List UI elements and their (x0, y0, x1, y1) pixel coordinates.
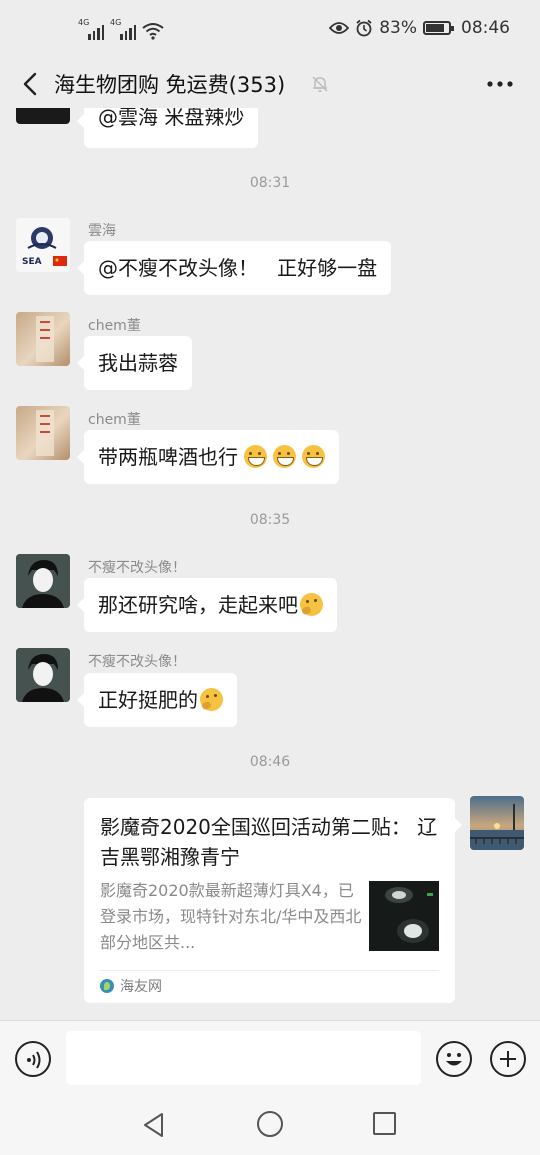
battery-percent: 83% (379, 18, 417, 38)
plus-button[interactable] (490, 1041, 526, 1077)
chevron-left-icon (23, 72, 37, 96)
status-bar: 4G 4G 83% 08:46 (0, 0, 540, 60)
message-text: 带两瓶啤酒也行 (98, 445, 238, 469)
message-text: 那还研究啥，走起来吧 (98, 593, 298, 617)
emoji-icon (446, 1053, 462, 1066)
sender-name: 不瘦不改头像！ (88, 560, 186, 576)
input-bar (0, 1020, 540, 1098)
avatar-image (16, 648, 70, 702)
circle-home-icon[interactable] (257, 1111, 283, 1137)
avatar[interactable] (16, 554, 70, 608)
source-logo-icon (100, 979, 114, 993)
signal-indicators: 4G 4G (78, 18, 164, 40)
avatar-image (36, 316, 54, 362)
signal-icon: 4G (78, 18, 104, 40)
system-nav-bar (0, 1098, 540, 1155)
avatar[interactable] (16, 312, 70, 366)
message-bubble[interactable]: @雲海 米盘辣炒 (76, 108, 259, 148)
avatar[interactable] (16, 648, 70, 702)
grin-emoji-icon (244, 445, 267, 468)
wifi-icon (142, 23, 164, 40)
back-button[interactable] (14, 68, 46, 100)
triangle-back-icon[interactable] (142, 1112, 166, 1138)
avatar[interactable] (16, 108, 70, 124)
voice-button[interactable] (15, 1041, 51, 1077)
more-dots-icon (487, 81, 513, 87)
alarm-icon (356, 19, 372, 37)
thinking-emoji-icon (200, 688, 223, 711)
my-avatar[interactable] (470, 796, 524, 850)
avatar-image (16, 554, 70, 608)
message-text: 我出蒜蓉 (98, 351, 178, 375)
svg-text:SEA: SEA (22, 257, 42, 267)
sender-name: 雲海 (88, 223, 116, 239)
more-button[interactable] (484, 68, 516, 100)
eye-icon (329, 22, 350, 34)
divider (100, 970, 439, 971)
avatar-image (36, 410, 54, 456)
status-right: 83% 08:46 (329, 18, 510, 38)
bell-muted-icon (312, 76, 328, 92)
square-recent-icon[interactable] (373, 1112, 396, 1135)
sender-name: chem董 (88, 412, 141, 428)
chat-messages[interactable]: @雲海 米盘辣炒 08:31 SEA 雲海 @不瘦不改头像！ 正好够一盘 che… (0, 108, 540, 1020)
sender-name: chem董 (88, 318, 141, 334)
avatar[interactable] (16, 406, 70, 460)
battery-icon (423, 21, 454, 35)
message-input[interactable] (66, 1031, 421, 1085)
message-text: @不瘦不改头像！ 正好够一盘 (98, 256, 378, 280)
avatar[interactable]: SEA (16, 218, 70, 272)
link-card-title: 影魔奇2020全国巡回活动第二贴： 辽吉黑鄂湘豫青宁 (100, 815, 438, 869)
chat-header: 海生物团购 免运费(353) (0, 60, 540, 108)
link-card-description: 影魔奇2020款最新超薄灯具X4，已登录市场，现特针对东北/华中及西北部分地区共… (100, 881, 362, 952)
timestamp: 08:35 (249, 512, 291, 528)
grin-emoji-icon (273, 445, 296, 468)
message-bubble[interactable]: 带两瓶啤酒也行 (77, 430, 339, 484)
link-card-source: 海友网 (100, 976, 162, 996)
link-card-thumbnail (369, 881, 439, 951)
signal-network-tag: 4G (110, 18, 122, 27)
message-text: 正好挺肥的 (98, 688, 198, 712)
link-card[interactable]: 影魔奇2020全国巡回活动第二贴： 辽吉黑鄂湘豫青宁 影魔奇2020款最新超薄灯… (84, 798, 462, 1003)
message-bubble[interactable]: 我出蒜蓉 (77, 336, 192, 390)
clock: 08:46 (461, 18, 510, 38)
emoji-button[interactable] (436, 1041, 472, 1077)
source-name: 海友网 (120, 979, 162, 995)
avatar-image: SEA (16, 218, 70, 272)
grin-emoji-icon (302, 445, 325, 468)
message-bubble[interactable]: @不瘦不改头像！ 正好够一盘 (76, 241, 392, 295)
message-text: @雲海 米盘辣炒 (98, 108, 245, 129)
signal-icon: 4G (110, 18, 136, 40)
avatar-image (470, 796, 524, 850)
timestamp: 08:46 (249, 754, 291, 770)
sender-name: 不瘦不改头像！ (88, 654, 186, 670)
signal-network-tag: 4G (78, 18, 90, 27)
chat-title: 海生物团购 免运费(353) (54, 73, 286, 97)
timestamp: 08:31 (249, 175, 291, 191)
message-bubble[interactable]: 那还研究啥，走起来吧 (77, 578, 337, 632)
thumbnail-image (369, 881, 439, 951)
voice-icon (27, 1051, 41, 1069)
message-bubble[interactable]: 正好挺肥的 (77, 673, 237, 727)
thinking-emoji-icon (300, 593, 323, 616)
